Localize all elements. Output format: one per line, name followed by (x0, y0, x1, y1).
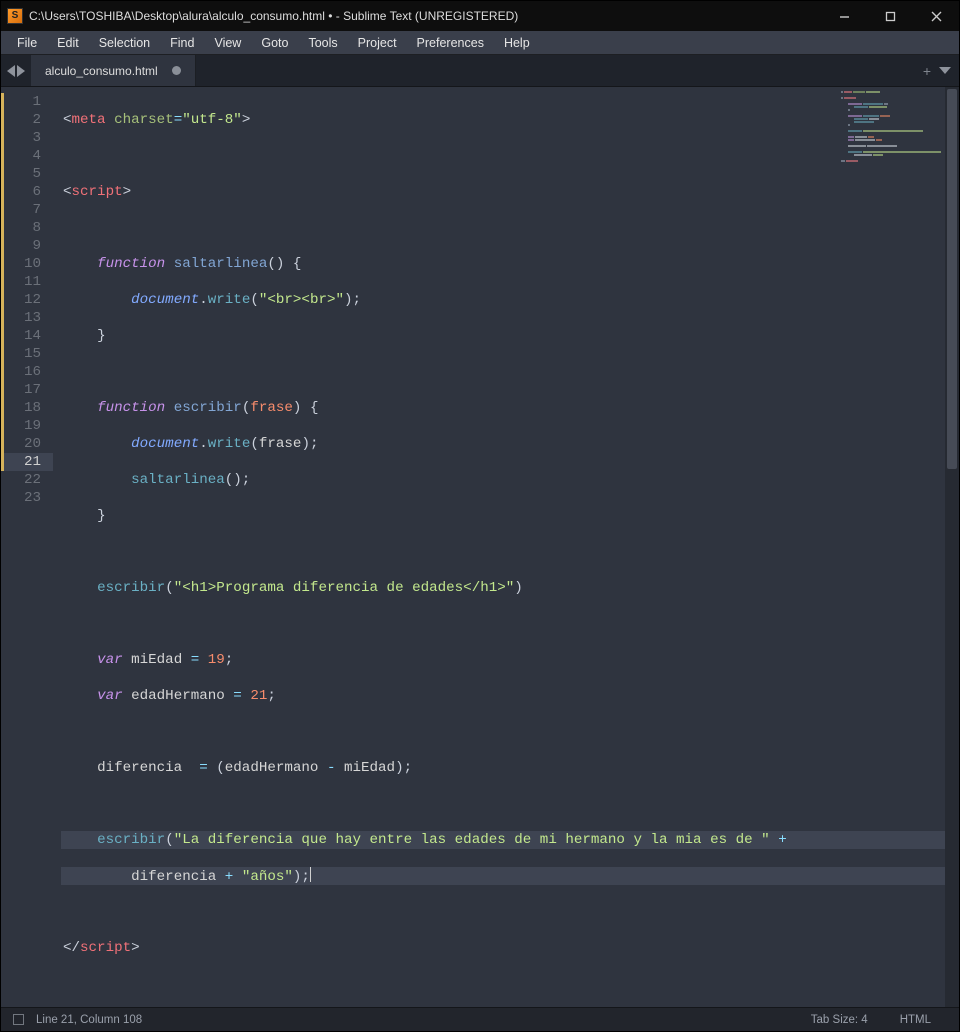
vertical-scrollbar[interactable] (945, 87, 959, 1007)
close-button[interactable] (913, 1, 959, 31)
menu-find[interactable]: Find (160, 36, 204, 50)
modified-indicator (1, 93, 4, 471)
status-syntax[interactable]: HTML (884, 1014, 947, 1026)
menubar: File Edit Selection Find View Goto Tools… (1, 31, 959, 55)
menu-edit[interactable]: Edit (47, 36, 89, 50)
titlebar[interactable]: S C:\Users\TOSHIBA\Desktop\alura\alculo_… (1, 1, 959, 31)
line-gutter: 1234 5678 9101112 13141516 17181920 21 2… (1, 87, 53, 1007)
new-tab-button[interactable]: + (923, 63, 931, 79)
code-editor[interactable]: 1234 5678 9101112 13141516 17181920 21 2… (1, 87, 959, 1007)
window-title: C:\Users\TOSHIBA\Desktop\alura\alculo_co… (29, 9, 821, 23)
code-area[interactable]: <meta charset="utf-8"> <script> function… (53, 87, 959, 1007)
menu-tools[interactable]: Tools (298, 36, 347, 50)
minimap[interactable] (841, 91, 945, 163)
tabbar: alculo_consumo.html + (1, 55, 959, 87)
app-icon: S (7, 8, 23, 24)
menu-project[interactable]: Project (348, 36, 407, 50)
window: S C:\Users\TOSHIBA\Desktop\alura\alculo_… (0, 0, 960, 1032)
menu-preferences[interactable]: Preferences (407, 36, 494, 50)
maximize-button[interactable] (867, 1, 913, 31)
tab-prev-icon[interactable] (7, 65, 15, 77)
menu-goto[interactable]: Goto (251, 36, 298, 50)
menu-help[interactable]: Help (494, 36, 540, 50)
text-cursor (310, 867, 311, 882)
tab-label: alculo_consumo.html (45, 64, 158, 78)
status-position[interactable]: Line 21, Column 108 (36, 1014, 142, 1026)
statusbar: Line 21, Column 108 Tab Size: 4 HTML (1, 1007, 959, 1031)
tab-menu-icon[interactable] (939, 67, 951, 74)
tab-history-nav (1, 55, 31, 86)
menu-selection[interactable]: Selection (89, 36, 160, 50)
tab-next-icon[interactable] (17, 65, 25, 77)
panel-toggle-icon[interactable] (13, 1014, 24, 1025)
status-tabsize[interactable]: Tab Size: 4 (795, 1014, 884, 1026)
dirty-indicator-icon (172, 66, 181, 75)
minimize-button[interactable] (821, 1, 867, 31)
scrollbar-thumb[interactable] (947, 89, 957, 469)
menu-file[interactable]: File (7, 36, 47, 50)
menu-view[interactable]: View (204, 36, 251, 50)
tab-active[interactable]: alculo_consumo.html (31, 55, 196, 86)
